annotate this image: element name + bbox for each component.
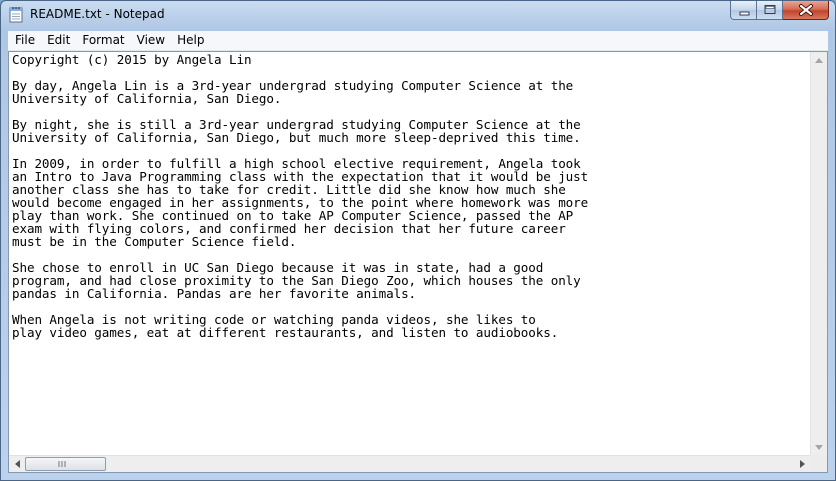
menu-view[interactable]: View xyxy=(131,31,171,50)
minimize-icon xyxy=(739,11,750,16)
scrollbar-corner xyxy=(810,455,827,472)
scroll-right-button[interactable] xyxy=(794,456,810,472)
arrow-left-icon xyxy=(14,460,20,468)
menu-bar: File Edit Format View Help xyxy=(8,31,828,51)
document-text[interactable]: Copyright (c) 2015 by Angela Lin By day,… xyxy=(9,52,810,340)
scroll-left-button[interactable] xyxy=(9,456,25,472)
caption-buttons xyxy=(730,1,829,21)
menu-help[interactable]: Help xyxy=(171,31,210,50)
horizontal-scroll-thumb[interactable] xyxy=(25,457,106,471)
title-bar[interactable]: README.txt - Notepad xyxy=(1,1,835,30)
menu-file[interactable]: File xyxy=(8,31,41,50)
minimize-button[interactable] xyxy=(730,1,757,20)
scroll-down-button[interactable] xyxy=(811,439,827,455)
menu-edit[interactable]: Edit xyxy=(41,31,76,50)
arrow-down-icon xyxy=(815,444,823,450)
arrow-right-icon xyxy=(799,460,805,468)
grip-icon xyxy=(58,461,66,467)
window-title: README.txt - Notepad xyxy=(30,7,165,21)
notepad-window: README.txt - Notepad File Edit Format Vi… xyxy=(0,0,836,481)
vertical-scrollbar[interactable] xyxy=(810,52,827,455)
maximize-button[interactable] xyxy=(757,1,783,20)
text-editor[interactable]: Copyright (c) 2015 by Angela Lin By day,… xyxy=(9,52,810,455)
horizontal-scrollbar[interactable] xyxy=(9,455,810,472)
client-area: Copyright (c) 2015 by Angela Lin By day,… xyxy=(8,51,828,473)
menu-format[interactable]: Format xyxy=(76,31,130,50)
notepad-icon xyxy=(9,7,23,23)
close-button[interactable] xyxy=(783,1,829,20)
maximize-icon xyxy=(764,5,776,14)
scroll-up-button[interactable] xyxy=(811,52,827,68)
close-icon xyxy=(799,4,813,16)
arrow-up-icon xyxy=(815,57,823,63)
